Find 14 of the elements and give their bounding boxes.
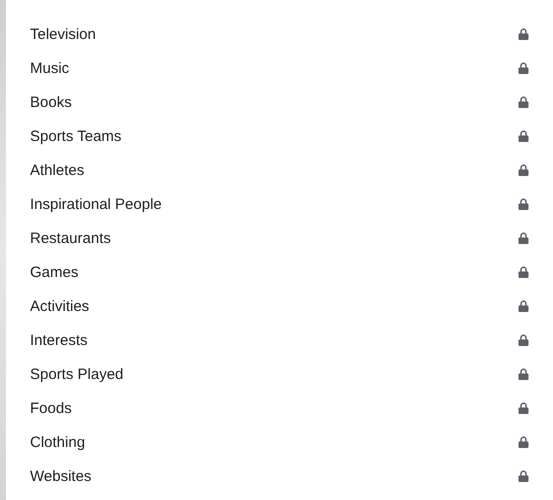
category-label: Athletes <box>30 162 84 178</box>
category-label: Websites <box>30 468 92 484</box>
category-label: Sports Played <box>30 366 124 382</box>
category-label: Inspirational People <box>30 196 162 212</box>
category-label: Clothing <box>30 434 86 450</box>
category-label: Games <box>30 264 78 280</box>
category-label: Television <box>30 26 96 42</box>
category-label: Interests <box>30 332 88 348</box>
category-label: Activities <box>30 298 90 314</box>
category-label: Books <box>30 94 72 110</box>
category-label: Restaurants <box>30 230 111 246</box>
category-label: Sports Teams <box>30 128 122 144</box>
category-label: Music <box>30 60 70 76</box>
category-label: Foods <box>30 400 72 416</box>
